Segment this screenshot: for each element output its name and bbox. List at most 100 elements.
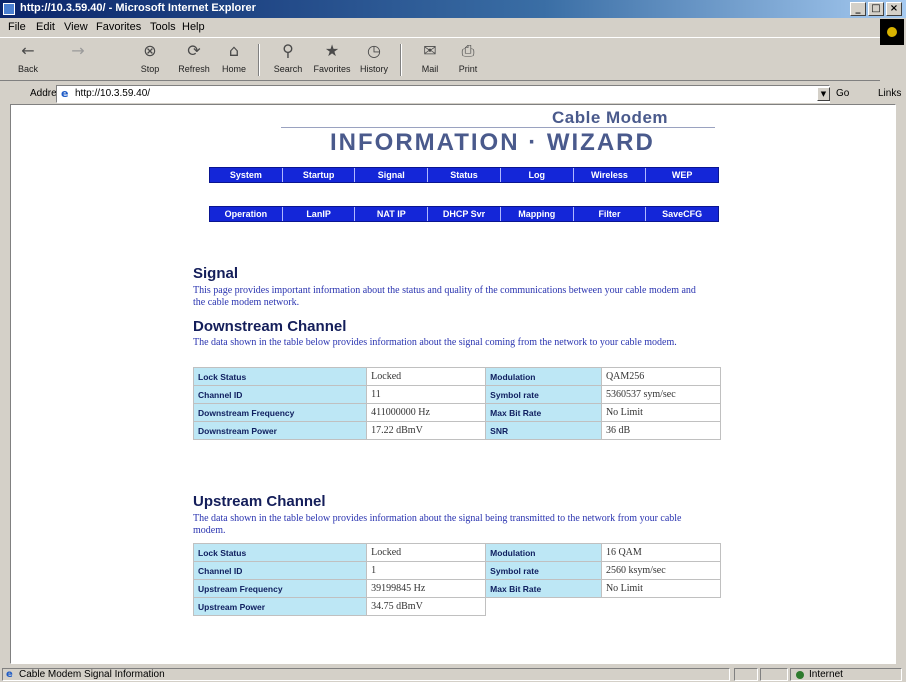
minimize-button[interactable]: _ (850, 2, 866, 16)
links-button[interactable]: Links (878, 88, 901, 99)
favorites-button[interactable]: ★ Favorites (310, 40, 354, 74)
upstream-heading: Upstream Channel (193, 493, 326, 510)
upstream-max-bit-rate-value: No Limit (600, 579, 722, 598)
ie-throbber-icon (880, 19, 904, 45)
upstream-modulation-value: 16 QAM (600, 543, 722, 562)
home-icon: ⌂ (228, 41, 240, 60)
address-input[interactable]: http://10.3.59.40/ (56, 85, 830, 103)
upstream-symbol-rate-value: 2560 ksym/sec (600, 561, 722, 580)
upstream-power-label: Upstream Power (192, 597, 368, 616)
nav-lanip[interactable]: LanIP (283, 207, 356, 221)
downstream-frequency-value: 411000000 Hz (366, 403, 487, 422)
nav-row-secondary: Operation LanIP NAT IP DHCP Svr Mapping … (209, 206, 719, 222)
signal-heading: Signal (193, 265, 239, 282)
table-row: Downstream Power 17.22 dBmV SNR 36 dB (192, 421, 722, 440)
upstream-modulation-label: Modulation (485, 543, 602, 562)
history-button[interactable]: ◷ History (352, 40, 396, 74)
go-button[interactable]: Go (836, 88, 849, 99)
empty-cell (485, 597, 721, 616)
nav-operation[interactable]: Operation (210, 207, 283, 221)
menu-tools[interactable]: Tools (150, 21, 176, 33)
upstream-frequency-value: 39199845 Hz (366, 579, 487, 598)
upstream-lock-status-label: Lock Status (192, 543, 368, 562)
menu-bar: File Edit View Favorites Tools Help (0, 18, 906, 36)
stop-button[interactable]: ⊗ Stop (128, 40, 172, 74)
table-row: Downstream Frequency 411000000 Hz Max Bi… (192, 403, 722, 422)
upstream-frequency-label: Upstream Frequency (192, 579, 368, 598)
status-text: Cable Modem Signal Information (2, 668, 730, 681)
table-row: Lock Status Locked Modulation 16 QAM (192, 543, 722, 562)
address-dropdown-button[interactable]: ▼ (817, 87, 830, 101)
home-button[interactable]: ⌂ Home (212, 40, 256, 74)
forward-arrow-icon: → (71, 41, 85, 60)
nav-wep[interactable]: WEP (646, 168, 718, 182)
downstream-lock-status-label: Lock Status (192, 367, 368, 386)
refresh-icon: ⟳ (187, 41, 201, 60)
downstream-symbol-rate-label: Symbol rate (485, 385, 602, 404)
mail-icon: ✉ (423, 41, 437, 60)
downstream-description: The data shown in the table below provid… (193, 337, 677, 348)
browser-window: http://10.3.59.40/ - Microsoft Internet … (0, 0, 906, 682)
table-row: Channel ID 11 Symbol rate 5360537 sym/se… (192, 385, 722, 404)
downstream-modulation-label: Modulation (485, 367, 602, 386)
brand-divider (281, 127, 715, 128)
maximize-button[interactable]: □ (868, 2, 884, 16)
refresh-button[interactable]: ⟳ Refresh (172, 40, 216, 74)
upstream-lock-status-value: Locked (366, 543, 487, 562)
menu-edit[interactable]: Edit (36, 21, 55, 33)
downstream-power-value: 17.22 dBmV (366, 421, 487, 440)
back-arrow-icon: ← (21, 41, 35, 60)
toolbar-separator (400, 44, 402, 76)
nav-log[interactable]: Log (501, 168, 574, 182)
menu-view[interactable]: View (64, 21, 88, 33)
menu-help[interactable]: Help (182, 21, 205, 33)
table-row: Upstream Frequency 39199845 Hz Max Bit R… (192, 579, 722, 598)
toolbar: ← Back → ⊗ Stop ⟳ Refresh ⌂ Home ⚲ Search ★ Fa… (0, 37, 880, 81)
nav-row-primary: System Startup Signal Status Log Wireles… (209, 167, 719, 183)
print-icon: ⎙ (461, 41, 475, 60)
menu-favorites[interactable]: Favorites (96, 21, 141, 33)
downstream-max-bit-rate-value: No Limit (600, 403, 722, 422)
signal-description: This page provides important information… (193, 285, 696, 308)
nav-nat-ip[interactable]: NAT IP (355, 207, 429, 221)
downstream-lock-status-value: Locked (366, 367, 487, 386)
window-title: http://10.3.59.40/ - Microsoft Internet … (20, 2, 256, 14)
upstream-power-value: 34.75 dBmV (366, 597, 487, 616)
toolbar-separator (258, 44, 260, 76)
nav-status[interactable]: Status (428, 168, 501, 182)
downstream-channel-id-label: Channel ID (192, 385, 368, 404)
upstream-table: Lock Status Locked Modulation 16 QAM Cha… (192, 543, 722, 616)
downstream-max-bit-rate-label: Max Bit Rate (485, 403, 602, 422)
nav-system[interactable]: System (210, 168, 283, 182)
search-button[interactable]: ⚲ Search (266, 40, 310, 74)
upstream-max-bit-rate-label: Max Bit Rate (485, 579, 602, 598)
title-bar[interactable]: http://10.3.59.40/ - Microsoft Internet … (0, 0, 906, 18)
nav-filter[interactable]: Filter (574, 207, 647, 221)
nav-savecfg[interactable]: SaveCFG (646, 207, 718, 221)
downstream-table: Lock Status Locked Modulation QAM256 Cha… (192, 367, 722, 440)
back-button[interactable]: ← Back (6, 40, 50, 74)
close-button[interactable]: × (886, 2, 902, 16)
page-viewport: Cable Modem INFORMATION · WIZARD System … (10, 104, 896, 664)
nav-mapping[interactable]: Mapping (501, 207, 574, 221)
address-bar: Address http://10.3.59.40/ ▼ Go Links (0, 84, 906, 104)
brand-title: INFORMATION · WIZARD (330, 129, 655, 156)
nav-signal[interactable]: Signal (355, 168, 429, 182)
print-button[interactable]: ⎙ Print (446, 40, 490, 74)
table-row: Upstream Power 34.75 dBmV (192, 597, 721, 616)
downstream-modulation-value: QAM256 (600, 367, 722, 386)
downstream-channel-id-value: 11 (366, 385, 487, 404)
nav-dhcp-svr[interactable]: DHCP Svr (428, 207, 501, 221)
downstream-power-label: Downstream Power (192, 421, 368, 440)
internet-zone: Internet (790, 668, 902, 681)
downstream-heading: Downstream Channel (193, 318, 347, 335)
nav-wireless[interactable]: Wireless (574, 168, 647, 182)
downstream-snr-label: SNR (485, 421, 602, 440)
status-cell (734, 668, 758, 681)
menu-file[interactable]: File (8, 21, 26, 33)
forward-button[interactable]: → (56, 40, 100, 64)
brand-subtitle: Cable Modem (552, 108, 669, 127)
stop-icon: ⊗ (143, 41, 157, 60)
nav-startup[interactable]: Startup (283, 168, 356, 182)
downstream-frequency-label: Downstream Frequency (192, 403, 368, 422)
